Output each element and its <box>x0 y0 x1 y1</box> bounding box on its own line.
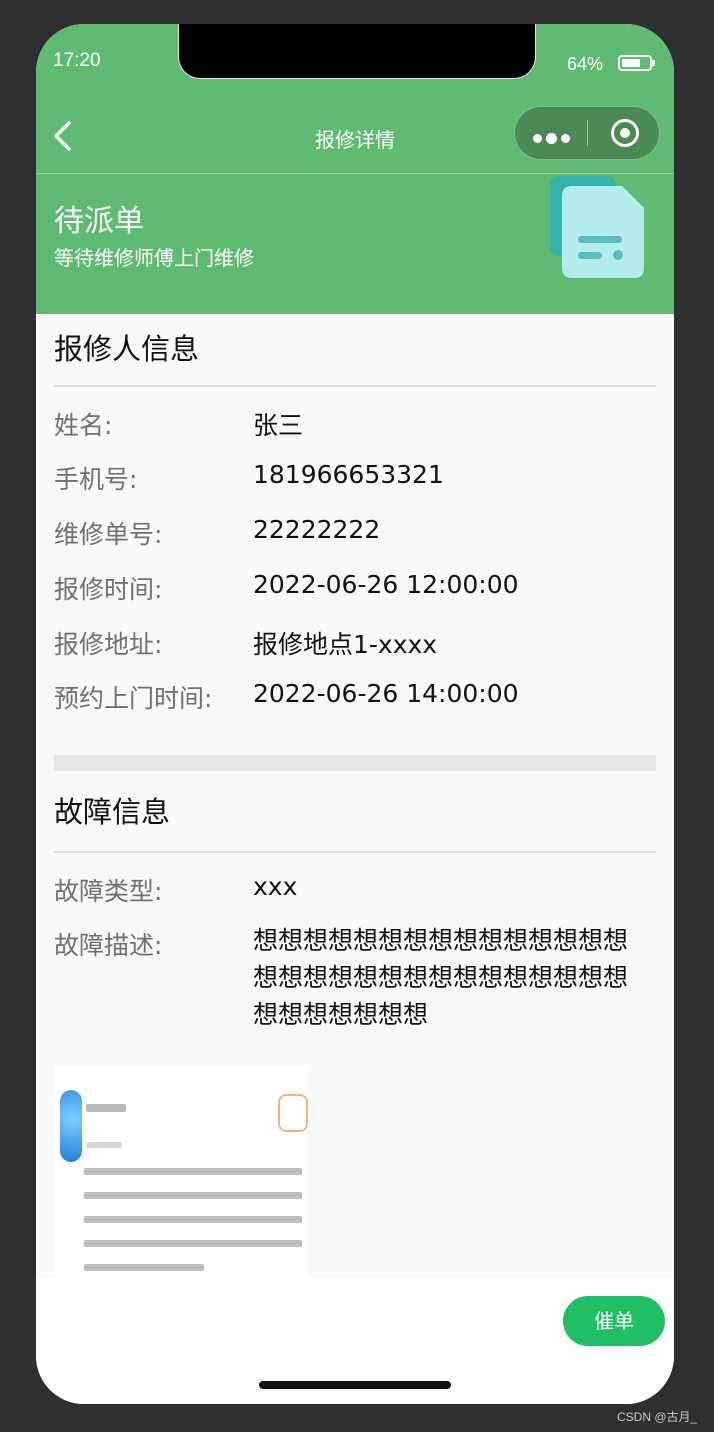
bottom-action-bar: 催单 <box>36 1278 674 1404</box>
order-status: 待派单 <box>54 204 144 239</box>
avatar <box>60 1090 82 1162</box>
urge-order-button[interactable]: 催单 <box>563 1296 665 1346</box>
field-label-report-time: 报修时间: <box>54 575 163 604</box>
mini-program-capsule <box>514 106 660 160</box>
thumb-text-line <box>86 1104 126 1112</box>
field-label-appointment-time: 预约上门时间: <box>54 684 213 713</box>
field-value-appointment-time: 2022-06-26 14:00:00 <box>253 679 519 708</box>
field-value-fault-type: xxx <box>253 872 298 901</box>
field-label-order-no: 维修单号: <box>54 520 163 549</box>
device-notch <box>178 24 536 79</box>
thumb-text-line <box>84 1264 204 1271</box>
field-value-order-no: 22222222 <box>253 515 381 544</box>
fault-section-title: 故障信息 <box>54 795 171 829</box>
field-value-fault-desc: 想想想想想想想想想想想想想想想想想想想想想想想想想想想想想想想想想想想想想 <box>253 926 629 1029</box>
section-divider <box>54 385 656 387</box>
reporter-section-title: 报修人信息 <box>54 332 200 366</box>
status-time: 17:20 <box>53 50 101 71</box>
field-label-fault-type: 故障类型: <box>54 877 163 906</box>
field-value-address: 报修地点1-xxxx <box>253 630 438 659</box>
watermark: CSDN @古月_ <box>617 1410 698 1424</box>
battery-percent: 64% <box>567 54 604 74</box>
target-close-icon[interactable] <box>588 107 660 159</box>
section-divider <box>54 851 656 853</box>
fault-photo-thumbnail[interactable] <box>54 1066 308 1278</box>
detail-content: 报修人信息 姓名: 张三 手机号: 181966653321 维修单号: 222… <box>36 314 674 1278</box>
thumb-text-line <box>84 1216 302 1223</box>
home-indicator[interactable] <box>259 1381 451 1389</box>
status-banner: 待派单 等待维修师傅上门维修 <box>36 174 674 314</box>
field-label-phone: 手机号: <box>54 465 138 494</box>
field-value-phone: 181966653321 <box>253 460 444 489</box>
field-value-report-time: 2022-06-26 12:00:00 <box>253 570 519 599</box>
document-icon <box>550 176 644 278</box>
field-label-fault-desc: 故障描述: <box>54 931 163 960</box>
thumb-text-line <box>84 1168 302 1175</box>
field-value-name: 张三 <box>253 411 304 440</box>
order-status-subtitle: 等待维修师傅上门维修 <box>54 246 254 270</box>
phone-screen: 17:20 64% 报修详情 待派单 等待维修师傅上门维修 报修人信息 姓名: … <box>36 24 674 1404</box>
thumb-text-line <box>84 1240 302 1247</box>
field-label-name: 姓名: <box>54 411 113 440</box>
more-dots-icon[interactable] <box>515 107 587 159</box>
thumb-follow-badge <box>278 1094 308 1132</box>
thumb-text-line <box>84 1192 302 1199</box>
battery-icon <box>618 55 655 71</box>
section-gap <box>54 755 656 771</box>
thumb-text-line <box>86 1142 122 1148</box>
field-label-address: 报修地址: <box>54 630 163 659</box>
